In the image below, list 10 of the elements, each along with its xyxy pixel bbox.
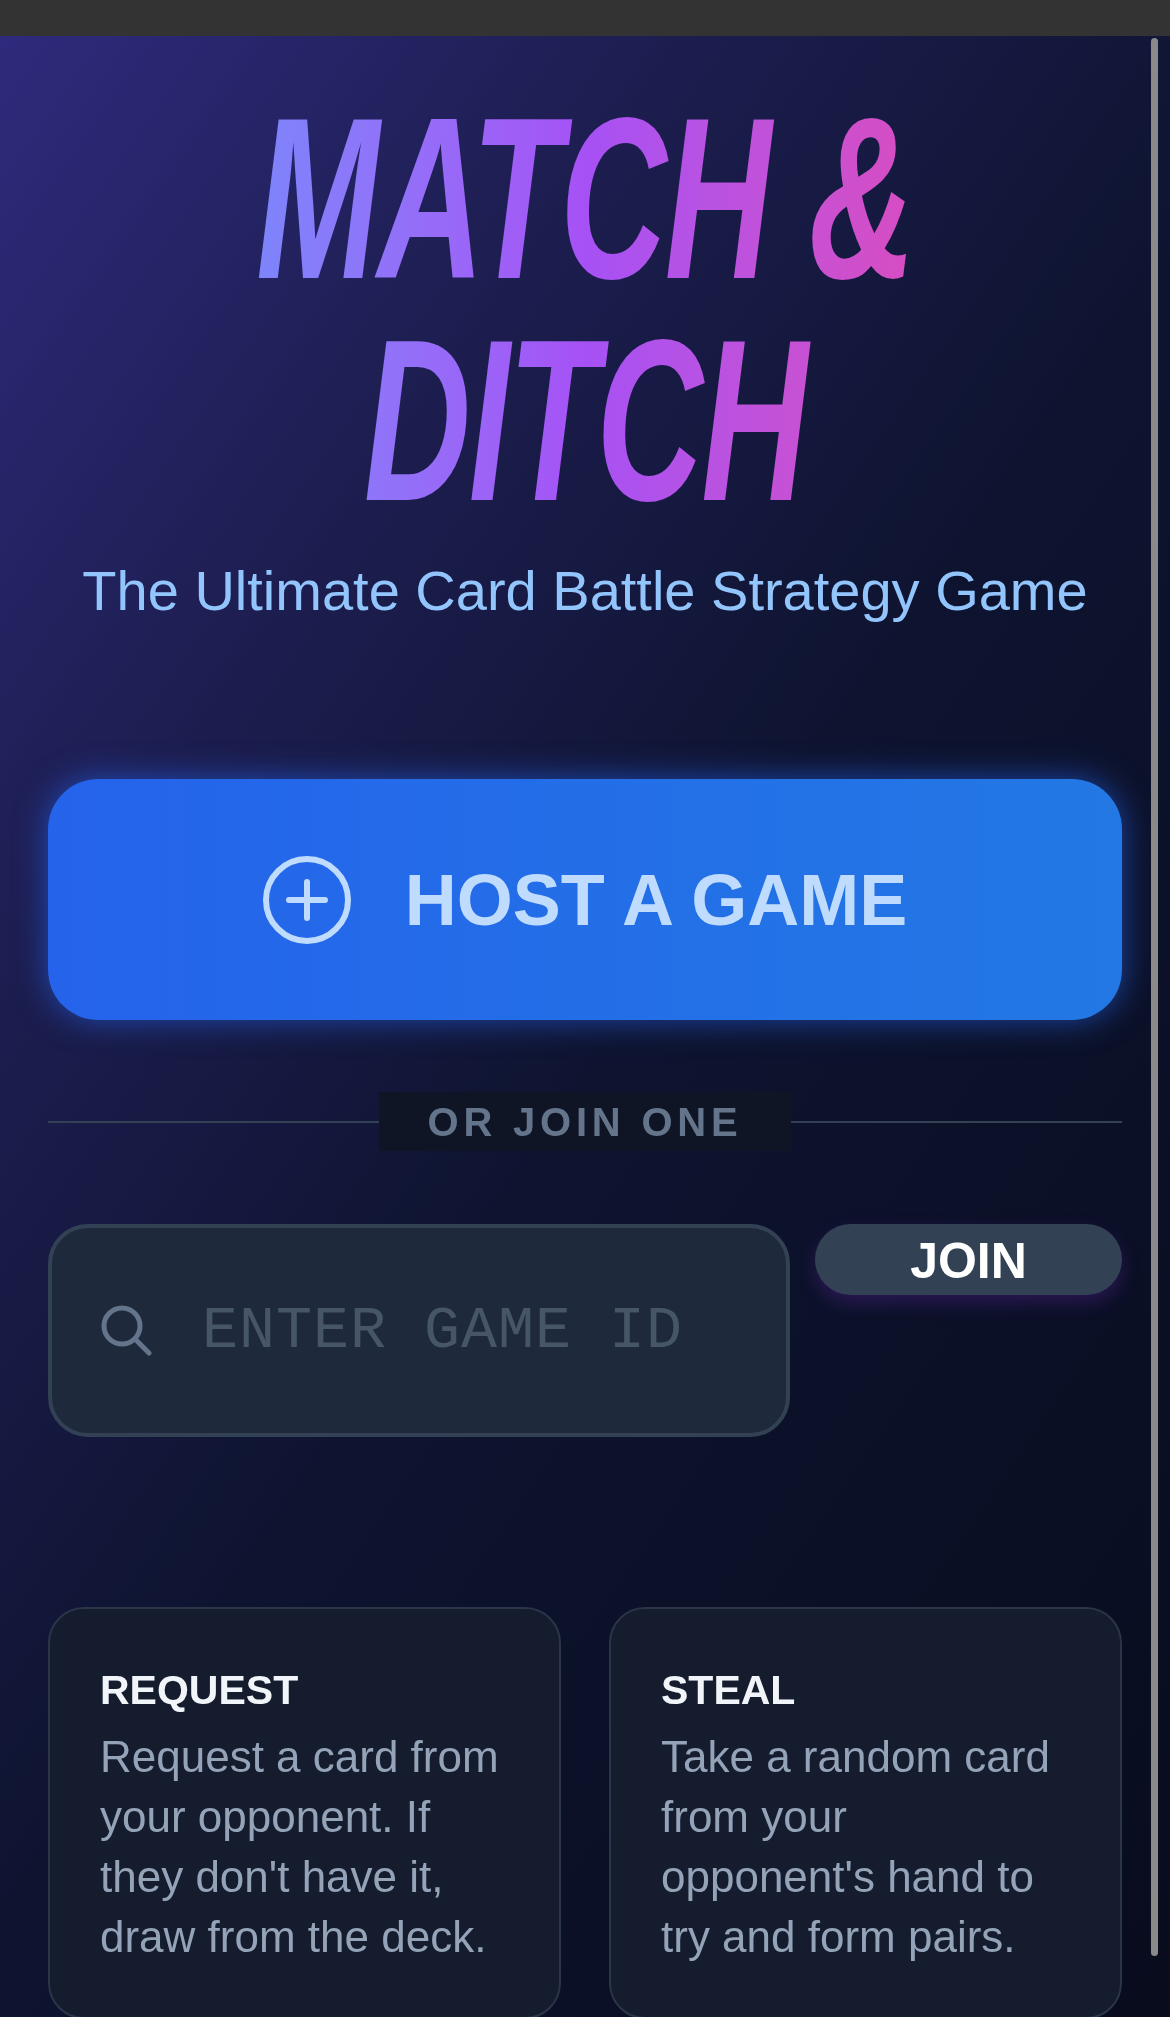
card-description: Request a card from your opponent. If they don't have it, draw from the deck.: [100, 1731, 500, 1963]
card-title: STEAL: [661, 1666, 797, 1715]
card-title: REQUEST: [100, 1666, 300, 1715]
scrollbar-thumb[interactable]: [1151, 38, 1158, 1956]
tagline: The Ultimate Card Battle Strategy Game: [82, 558, 1088, 624]
search-icon: [100, 1304, 152, 1356]
join-button[interactable]: JOIN: [815, 1224, 1122, 1295]
plus-circle-icon: [262, 855, 351, 944]
card-description: Take a random card from your opponent's hand to try and form pairs.: [661, 1731, 1051, 1963]
divider-label: OR JOIN ONE: [379, 1092, 791, 1151]
